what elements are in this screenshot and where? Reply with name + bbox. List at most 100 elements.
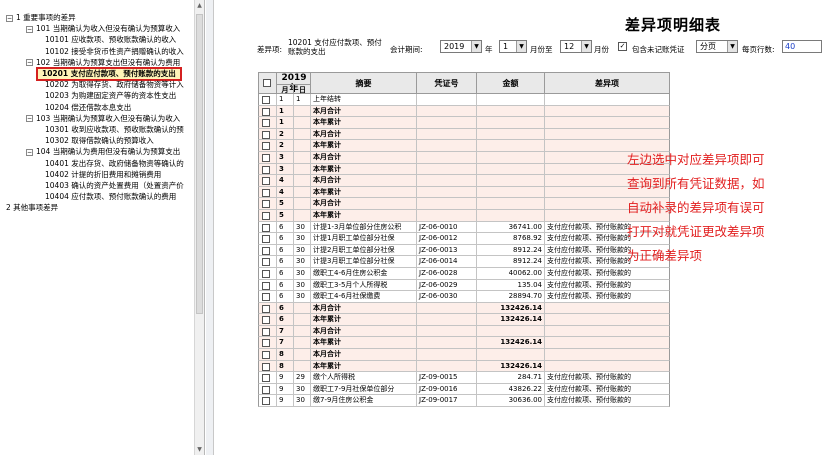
- table-row[interactable]: 1 本月合计: [258, 105, 670, 118]
- tree-item[interactable]: 10101 应收款项、预收账款确认的收入: [45, 34, 176, 45]
- row-select-cell: [259, 233, 277, 244]
- tree-item[interactable]: 10402 计提的折旧费用和摊销费用: [45, 169, 161, 180]
- table-row[interactable]: 4 本月合计: [258, 175, 670, 187]
- row-checkbox[interactable]: [262, 165, 270, 174]
- row-checkbox[interactable]: [262, 293, 270, 302]
- row-checkbox[interactable]: [262, 246, 270, 255]
- table-row[interactable]: 6 30 缴职工3-5月个人所得税 JZ-06-0029 135.04 支付应付款项、预付…: [258, 279, 670, 292]
- scroll-down-icon[interactable]: ▼: [196, 445, 203, 454]
- collapse-icon[interactable]: −: [26, 25, 33, 33]
- row-checkbox[interactable]: [262, 142, 270, 151]
- row-checkbox[interactable]: [262, 351, 270, 360]
- collapse-icon[interactable]: −: [26, 59, 33, 67]
- tree-item[interactable]: 10204 偿还借款本息支出: [45, 102, 131, 113]
- tree-item[interactable]: −104 当期确认为费用但没有确认为预算支出: [26, 146, 180, 157]
- collapse-icon[interactable]: −: [6, 14, 13, 22]
- table-row[interactable]: 2 本年累计: [258, 140, 670, 152]
- row-checkbox[interactable]: [262, 339, 270, 348]
- table-row[interactable]: 7 本年累计 132426.14: [258, 337, 670, 350]
- paging-select[interactable]: 分页 ▼: [696, 40, 738, 53]
- tree-item[interactable]: 10102 接受非货币性资产捐赠确认的收入: [45, 46, 184, 57]
- table-row[interactable]: 5 本年累计: [258, 209, 670, 222]
- cell-diff: 支付应付款项、预付账款的: [547, 373, 631, 382]
- rows-per-page-input[interactable]: 40: [782, 40, 822, 53]
- tree-item[interactable]: 10202 为取得存货、政府储备物资等计入: [45, 79, 184, 90]
- tree-item[interactable]: 10302 取得借款确认的预算收入: [45, 135, 154, 146]
- table-row[interactable]: 8 本月合计: [258, 349, 670, 361]
- cell-m: 6: [277, 291, 294, 302]
- include-unposted-label: 包含未记账凭证: [632, 45, 685, 54]
- table-row[interactable]: 6 本年累计 132426.14: [258, 314, 670, 326]
- select-all-checkbox[interactable]: [263, 79, 271, 87]
- tree-item[interactable]: 10404 应付款项、预付账款确认的费用: [45, 191, 176, 202]
- table-row[interactable]: 6 30 计提1月职工单位部分社保 JZ-06-0012 8768.92 支付应付款项、预…: [258, 233, 670, 245]
- row-checkbox[interactable]: [262, 223, 270, 232]
- table-row[interactable]: 3 本年累计: [258, 163, 670, 176]
- collapse-icon[interactable]: −: [26, 148, 33, 156]
- row-checkbox[interactable]: [262, 200, 270, 209]
- table-row[interactable]: 2 本月合计: [258, 128, 670, 141]
- tree-item[interactable]: 10403 确认的资产处置费用（处置资产价: [45, 180, 184, 191]
- paging-value: 分页: [700, 42, 716, 51]
- annotation-note: 左边选中对应差异项即可 查询到所有凭证数据，如 自动补录的差异项有误可 打开对就…: [627, 148, 827, 268]
- tree-item[interactable]: −101 当期确认为收入但没有确认为预算收入: [26, 23, 180, 34]
- cell-amount: [477, 198, 545, 209]
- row-checkbox[interactable]: [262, 269, 270, 278]
- month-to-select[interactable]: 12 ▼: [560, 40, 592, 53]
- tree-item[interactable]: −1 重要事项的差异: [6, 12, 76, 23]
- cell-m: 1: [277, 117, 294, 128]
- scrollbar-thumb[interactable]: [196, 14, 203, 314]
- row-checkbox[interactable]: [262, 96, 270, 104]
- table-row[interactable]: 4 本年累计: [258, 186, 670, 199]
- tree-item[interactable]: 10401 发出存货、政府储备物资等确认的: [45, 158, 184, 169]
- row-checkbox[interactable]: [262, 258, 270, 267]
- table-row[interactable]: 6 30 计提2月职工单位部分社保 JZ-06-0013 8912.24 支付应付款项、预…: [258, 244, 670, 257]
- row-checkbox[interactable]: [262, 235, 270, 244]
- collapse-icon[interactable]: −: [26, 115, 33, 123]
- table-row[interactable]: 8 本年累计 132426.14: [258, 360, 670, 373]
- table-row[interactable]: 6 30 计提3月职工单位部分社保 JZ-06-0014 8912.24 支付应付款项、预…: [258, 256, 670, 268]
- include-unposted-checkbox[interactable]: ✓: [618, 42, 627, 51]
- scroll-up-icon[interactable]: ▲: [196, 1, 203, 10]
- tree-item[interactable]: 10301 收到应收款项、预收账款确认的预: [45, 124, 184, 135]
- row-checkbox[interactable]: [262, 304, 270, 313]
- table-row[interactable]: 3 本月合计: [258, 151, 670, 164]
- table-row[interactable]: 9 30 缴7-9月住房公积金 JZ-09-0017 30636.00 支付应付款项、预付…: [258, 395, 670, 408]
- row-checkbox[interactable]: [262, 362, 270, 371]
- cell-amount: 8768.92: [477, 233, 545, 244]
- row-checkbox[interactable]: [262, 374, 270, 383]
- row-checkbox[interactable]: [262, 177, 270, 186]
- tree-item[interactable]: 10203 为购建固定资产等的资本性支出: [45, 90, 176, 101]
- month-from-select[interactable]: 1 ▼: [499, 40, 527, 53]
- table-row[interactable]: 7 本月合计: [258, 325, 670, 338]
- row-checkbox[interactable]: [262, 211, 270, 220]
- row-checkbox[interactable]: [262, 397, 270, 406]
- table-row[interactable]: 9 30 缴职工7-9月社保单位部分 JZ-09-0016 43826.22 支付应付款项…: [258, 383, 670, 396]
- cell-summary: 上年结转: [311, 94, 417, 105]
- cell-m: 6: [277, 244, 294, 256]
- table-row[interactable]: 6 30 缴职工4-6月住房公积金 JZ-06-0028 40062.00 支付应付款项、…: [258, 267, 670, 280]
- table-row[interactable]: 6 30 计提1-3月单位部分住房公积 JZ-06-0010 36741.00 支付应付款…: [258, 221, 670, 234]
- row-checkbox[interactable]: [262, 281, 270, 290]
- table-row[interactable]: 6 本月合计 132426.14: [258, 302, 670, 315]
- row-checkbox[interactable]: [262, 188, 270, 197]
- table-row[interactable]: 5 本月合计: [258, 198, 670, 210]
- table-row[interactable]: 1 本年累计: [258, 117, 670, 129]
- row-checkbox[interactable]: [262, 327, 270, 336]
- year-select[interactable]: 2019 ▼: [440, 40, 482, 53]
- row-checkbox[interactable]: [262, 107, 270, 116]
- table-row[interactable]: 6 30 缴职工4-6月社保缴费 JZ-06-0030 28894.70 支付应付款项、预…: [258, 291, 670, 303]
- tree-item[interactable]: 2 其他事项差异: [6, 202, 58, 213]
- table-row[interactable]: 1 1 上年结转: [258, 94, 670, 106]
- row-checkbox[interactable]: [262, 316, 270, 325]
- row-checkbox[interactable]: [262, 385, 270, 394]
- table-row[interactable]: 9 29 缴个人所得税 JZ-09-0015 284.71 支付应付款项、预付账款的: [258, 372, 670, 384]
- tree-scrollbar[interactable]: ▲ ▼: [194, 0, 204, 455]
- panel-splitter[interactable]: [206, 0, 214, 455]
- tree-item[interactable]: −103 当期确认为预算收入但没有确认为收入: [26, 113, 180, 124]
- cell-d: [294, 186, 311, 198]
- tree-item-label: 10404 应付款项、预付账款确认的费用: [45, 192, 177, 202]
- row-checkbox[interactable]: [262, 130, 270, 139]
- row-checkbox[interactable]: [262, 153, 270, 162]
- row-checkbox[interactable]: [262, 119, 270, 128]
